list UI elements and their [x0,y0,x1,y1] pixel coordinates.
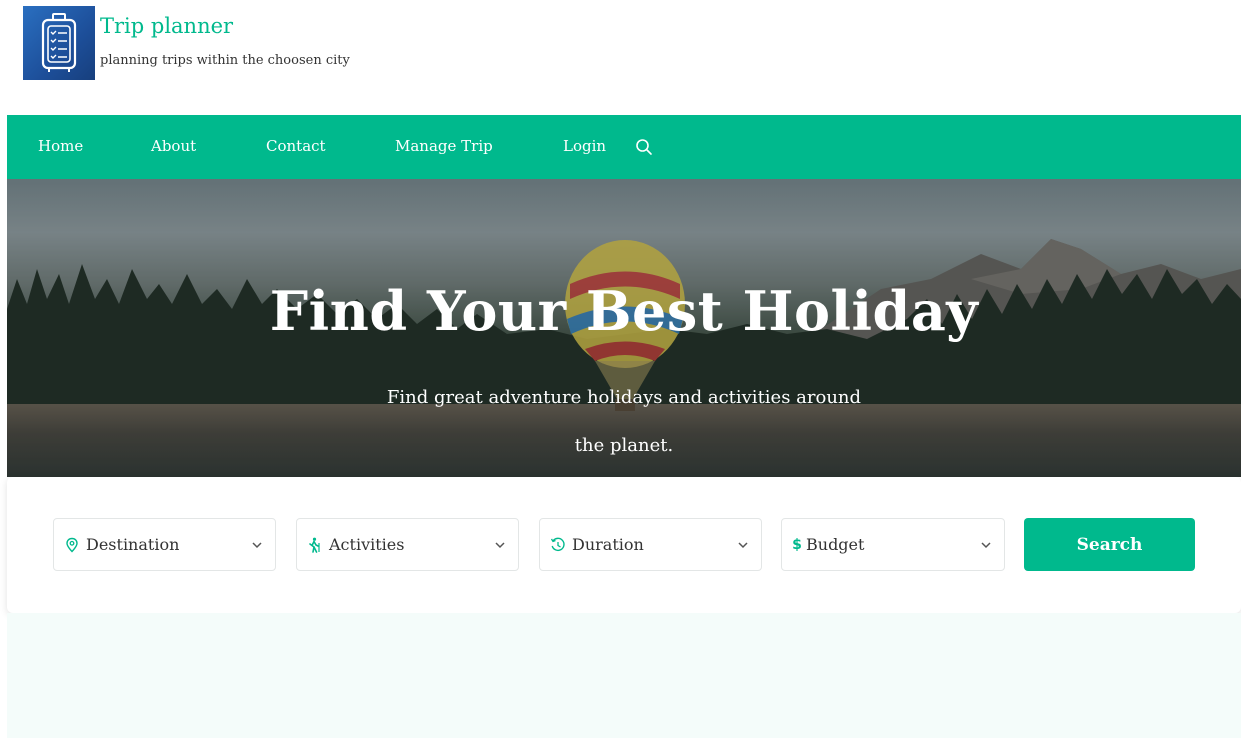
budget-label: Budget [806,535,865,554]
chevron-down-icon [252,542,262,549]
hero-title: Find Your Best Holiday [269,279,979,343]
nav-contact[interactable]: Contact [266,137,326,155]
luggage-checklist-icon [41,13,77,72]
main-nav: Home About Contact Manage Trip Login [7,115,1241,179]
activities-label: Activities [329,535,405,554]
site-logo[interactable] [23,6,95,80]
hero-banner: Find Your Best Holiday Find great advent… [7,179,1241,477]
activities-select[interactable]: Activities [296,518,519,571]
site-header: Trip planner planning trips within the c… [0,0,1241,115]
nav-manage-trip[interactable]: Manage Trip [395,137,493,155]
map-pin-icon [66,537,78,552]
hiking-icon [309,537,320,553]
nav-home[interactable]: Home [38,137,83,155]
hero-subtitle-line-1: Find great adventure holidays and activi… [386,387,862,408]
site-tagline: planning trips within the choosen city [100,53,350,68]
history-icon [550,537,565,551]
search-button[interactable]: Search [1024,518,1195,571]
destination-label: Destination [86,535,180,554]
duration-select[interactable]: Duration [539,518,762,571]
content-section [7,613,1241,738]
destination-select[interactable]: Destination [53,518,276,571]
nav-login[interactable]: Login [563,137,606,155]
search-icon[interactable] [635,138,653,156]
budget-select[interactable]: $ Budget [781,518,1005,571]
chevron-down-icon [495,542,505,549]
dollar-icon: $ [792,536,802,553]
search-panel: Destination Activities Duration $ Budget [7,477,1241,613]
nav-about[interactable]: About [151,137,196,155]
hero-subtitle-line-2: the planet. [574,435,674,456]
hero-subtitle: Find great adventure holidays and activi… [7,374,1241,470]
duration-label: Duration [572,535,644,554]
site-title[interactable]: Trip planner [100,14,233,38]
chevron-down-icon [981,542,991,549]
chevron-down-icon [738,542,748,549]
